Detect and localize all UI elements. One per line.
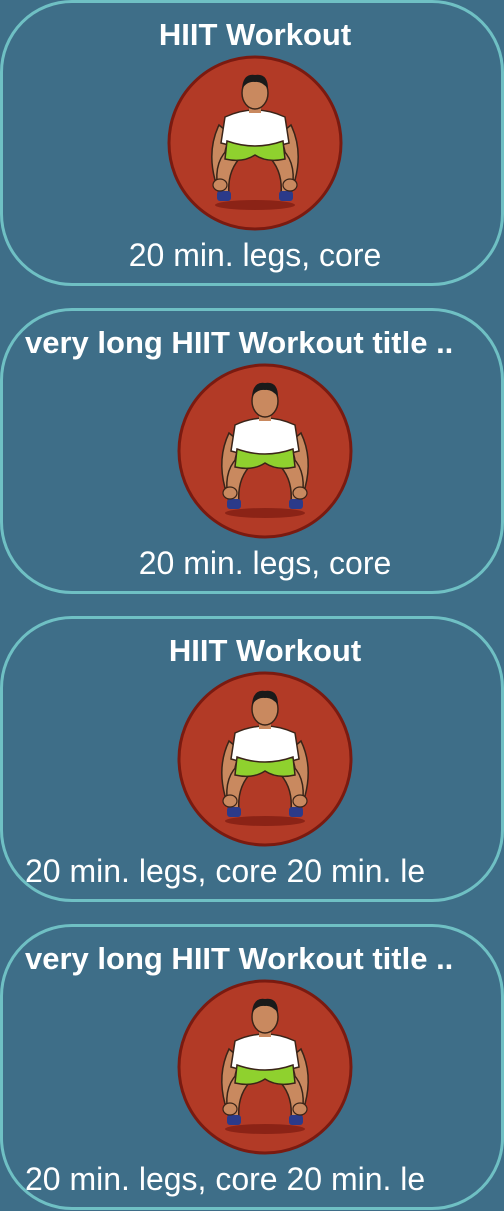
workout-title: HIIT Workout [158,17,352,52]
workout-card[interactable]: HIIT Workout 20 min. legs, core 20 min. … [0,616,504,902]
crouching-athlete-icon [177,363,353,539]
workout-subtitle: 20 min. legs, core 20 min. le [25,1161,426,1197]
crouching-athlete-icon [167,55,343,231]
workout-subtitle: 20 min. legs, core [138,545,392,581]
workout-card[interactable]: HIIT Workout 20 min. legs, core [0,0,504,286]
workout-title: very long HIIT Workout title .. [25,325,454,360]
crouching-athlete-icon [177,979,353,1155]
workout-subtitle: 20 min. legs, core [128,237,382,273]
crouching-athlete-icon [177,671,353,847]
workout-card[interactable]: very long HIIT Workout title .. 20 min. … [0,924,504,1210]
workout-card[interactable]: very long HIIT Workout title .. 20 min. … [0,308,504,594]
workout-title: very long HIIT Workout title .. [25,941,454,976]
workout-title: HIIT Workout [168,633,362,668]
workout-subtitle: 20 min. legs, core 20 min. le [25,853,426,889]
